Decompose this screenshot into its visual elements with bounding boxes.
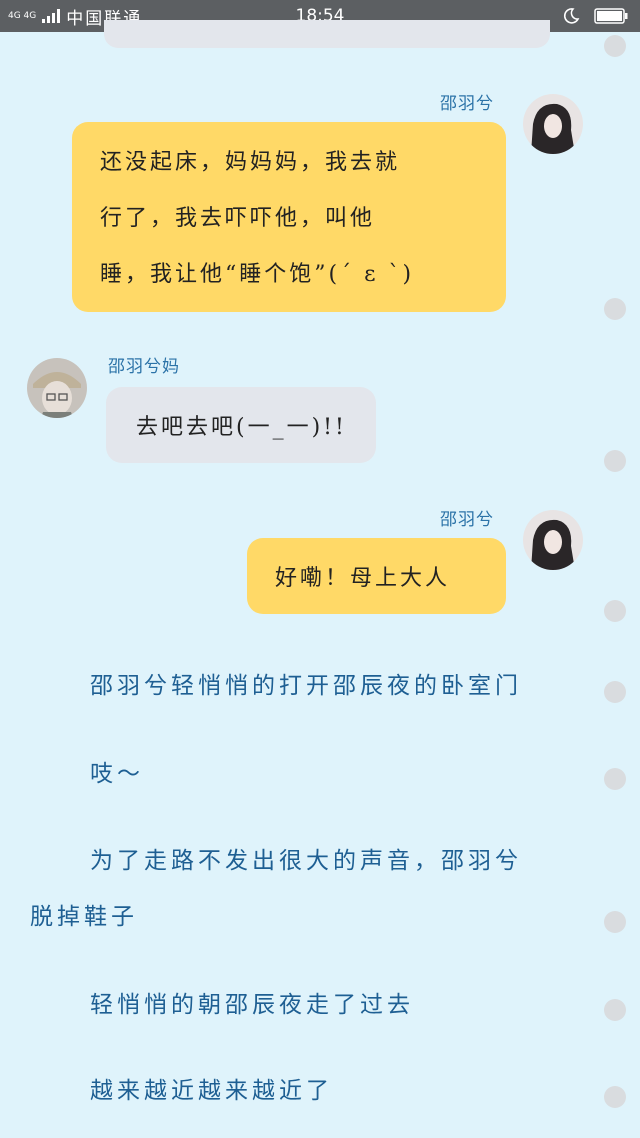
scroll-dot[interactable] [604, 600, 626, 622]
battery-icon [594, 8, 628, 24]
avatar[interactable] [27, 358, 87, 418]
narration-line: 脱掉鞋子 [30, 904, 138, 930]
scroll-dot[interactable] [604, 35, 626, 57]
grandma-portrait-icon [27, 358, 87, 418]
narration-line: 越来越近越来越近了 [90, 1078, 333, 1104]
previous-message-bubble [104, 20, 550, 48]
scroll-dot[interactable] [604, 999, 626, 1021]
moon-icon [563, 8, 580, 24]
sender-name: 邵羽兮 [440, 510, 494, 530]
narration-line: 邵羽兮轻悄悄的打开邵辰夜的卧室门 [90, 673, 522, 699]
avatar[interactable] [523, 510, 583, 570]
message-line: 睡，我让他“睡个饱”(ˊ ε ˋ) [100, 262, 415, 287]
message-line: 还没起床，妈妈妈，我去就 [100, 150, 401, 175]
scroll-dot[interactable] [604, 450, 626, 472]
message-bubble[interactable]: 还没起床，妈妈妈，我去就 行了，我去吓吓他，叫他 睡，我让他“睡个饱”(ˊ ε … [72, 122, 506, 312]
sender-name: 邵羽兮妈 [108, 357, 180, 377]
narration-line: 为了走路不发出很大的声音，邵羽兮 [90, 848, 522, 874]
scroll-dot[interactable] [604, 298, 626, 320]
scroll-dot[interactable] [604, 1086, 626, 1108]
message-line: 行了，我去吓吓他，叫他 [100, 206, 376, 231]
message-bubble[interactable]: 好嘞！母上大人 [247, 538, 506, 614]
girl-portrait-icon [523, 94, 583, 154]
avatar[interactable] [523, 94, 583, 154]
girl-portrait-icon [523, 510, 583, 570]
message-bubble[interactable]: 去吧去吧(一_一)!! [106, 387, 376, 463]
narration-line: 轻悄悄的朝邵辰夜走了过去 [90, 992, 414, 1018]
sender-name: 邵羽兮 [440, 94, 494, 114]
narration-line: 吱～ [90, 761, 144, 787]
scroll-dot[interactable] [604, 768, 626, 790]
scroll-dot[interactable] [604, 681, 626, 703]
message-line: 好嘞！母上大人 [275, 566, 451, 591]
message-line: 去吧去吧(一_一)!! [136, 415, 347, 440]
scroll-dot[interactable] [604, 911, 626, 933]
